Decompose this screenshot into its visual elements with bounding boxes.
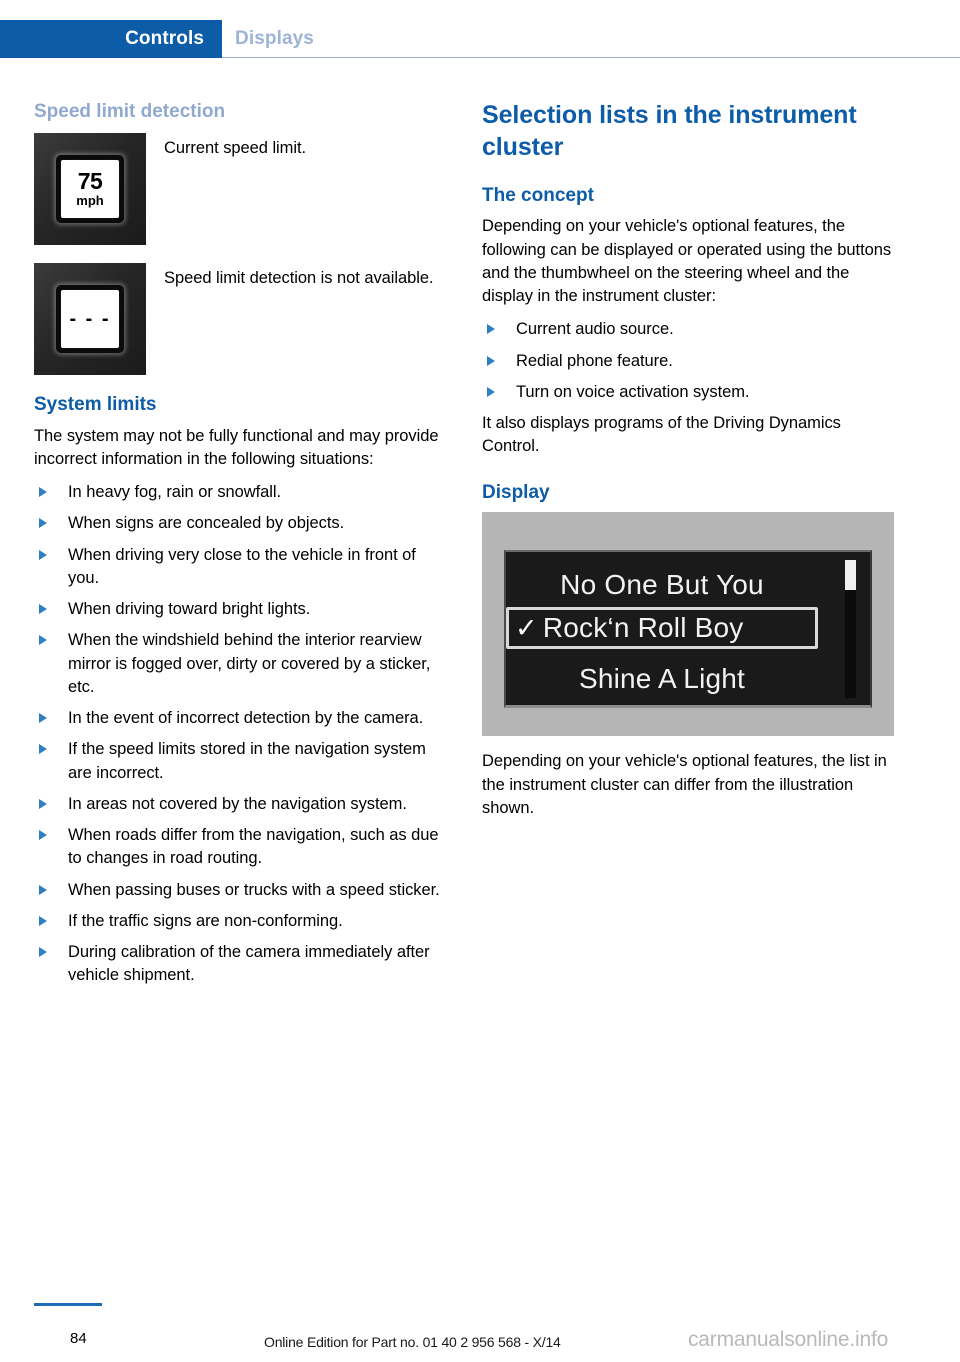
triangle-bullet-icon bbox=[39, 884, 47, 895]
concept-intro: Depending on your vehicle's optional fea… bbox=[482, 217, 892, 305]
triangle-bullet-icon bbox=[39, 635, 47, 646]
instrument-cluster-screen: No One But You ✓ Rock‘n Roll Boy Shine A… bbox=[504, 550, 872, 709]
list-item-label: In the event of incorrect detection by t… bbox=[68, 709, 424, 727]
list-item-label: Current audio source. bbox=[516, 320, 674, 339]
instrument-cluster-figure: No One But You ✓ Rock‘n Roll Boy Shine A… bbox=[482, 512, 894, 737]
list-item-label: Shine A Light bbox=[578, 663, 746, 695]
list-item-label: If the speed limits stored in the naviga… bbox=[68, 740, 426, 782]
footer-divider bbox=[34, 1303, 102, 1306]
list-item-label: When signs are concealed by objects. bbox=[68, 514, 345, 533]
page-title: Selection lists in the instrument cluste… bbox=[482, 101, 857, 161]
triangle-bullet-icon bbox=[487, 324, 495, 335]
list-item-selected[interactable]: ✓ Rock‘n Roll Boy bbox=[506, 607, 818, 650]
list-item[interactable]: No One But You bbox=[506, 564, 818, 606]
list-item: In heavy fog, rain or snowfall. bbox=[34, 481, 446, 504]
list-item-label: Redial phone feature. bbox=[516, 351, 673, 370]
list-item: Current audio source. bbox=[482, 318, 894, 341]
list-item-label: Rock‘n Roll Boy bbox=[542, 612, 744, 644]
figure-caption: Current speed limit. bbox=[164, 138, 307, 157]
list-item-label: Turn on voice activation system. bbox=[516, 382, 750, 401]
triangle-bullet-icon bbox=[39, 713, 47, 723]
list-item-label: In areas not covered by the navigation s… bbox=[68, 794, 407, 813]
list-item: When passing buses or trucks with a spee… bbox=[34, 879, 446, 902]
list-item-label: When driving very close to the vehicle i… bbox=[68, 545, 416, 587]
list-item: When driving very close to the vehicle i… bbox=[34, 544, 446, 591]
list-item: During calibration of the camera immedia… bbox=[34, 941, 446, 988]
triangle-bullet-icon bbox=[39, 549, 47, 560]
list-item: When roads differ from the navigation, s… bbox=[34, 824, 446, 871]
check-icon: ✓ bbox=[515, 612, 538, 643]
concept-outro: It also displays programs of the Driving… bbox=[482, 414, 841, 456]
speed-limit-sign-unavailable-icon: - - - bbox=[34, 262, 146, 375]
triangle-bullet-icon bbox=[39, 604, 47, 614]
list-item: In areas not covered by the navigation s… bbox=[34, 793, 446, 816]
edition-note: Online Edition for Part no. 01 40 2 956 … bbox=[264, 1334, 561, 1350]
sign-unit: mph bbox=[76, 193, 104, 209]
system-limits-list: In heavy fog, rain or snowfall. When sig… bbox=[34, 481, 446, 988]
triangle-bullet-icon bbox=[39, 518, 47, 529]
triangle-bullet-icon bbox=[39, 744, 47, 755]
section-heading-display: Display bbox=[482, 481, 550, 503]
section-heading-system-limits: System limits bbox=[34, 393, 157, 415]
watermark: carmanualsonline.info bbox=[688, 1328, 889, 1351]
list-item-label: If the traffic signs are non-conforming. bbox=[68, 911, 343, 930]
list-item: If the speed limits stored in the naviga… bbox=[34, 738, 446, 785]
triangle-bullet-icon bbox=[39, 830, 47, 840]
tab-displays[interactable]: Displays bbox=[235, 28, 314, 50]
list-item: Turn on voice activation system. bbox=[482, 381, 894, 404]
figure-row-speed-limit-unavailable: - - - Speed limit detection is not avail… bbox=[34, 262, 446, 375]
figure-row-speed-limit: 75 mph Current speed limit. bbox=[34, 132, 446, 245]
section-heading-the-concept: The concept bbox=[482, 184, 594, 206]
list-item-label: When the windshield behind the interior … bbox=[68, 631, 431, 696]
triangle-bullet-icon bbox=[39, 915, 47, 926]
concept-list: Current audio source. Redial phone featu… bbox=[482, 318, 894, 404]
triangle-bullet-icon bbox=[39, 487, 47, 497]
list-item: When signs are concealed by objects. bbox=[34, 512, 446, 535]
triangle-bullet-icon bbox=[487, 386, 495, 397]
list-item[interactable]: Shine A Light bbox=[506, 658, 818, 700]
continued-heading: Speed limit detection bbox=[34, 101, 226, 122]
sign-value: 75 bbox=[77, 168, 103, 195]
list-item: In the event of incorrect detection by t… bbox=[34, 707, 446, 730]
speed-limit-sign-75-mph-icon: 75 mph bbox=[34, 132, 146, 245]
list-item-label: When roads differ from the navigation, s… bbox=[68, 826, 439, 868]
page-header: Controls Displays bbox=[0, 0, 960, 62]
list-item-label: When passing buses or trucks with a spee… bbox=[68, 880, 440, 899]
list-item-label: In heavy fog, rain or snowfall. bbox=[68, 483, 282, 501]
list-item-label: No One But You bbox=[560, 569, 764, 601]
right-column: Selection lists in the instrument cluste… bbox=[482, 100, 894, 830]
list-item-label: When driving toward bright lights. bbox=[68, 600, 311, 618]
list-item: Redial phone feature. bbox=[482, 350, 894, 373]
triangle-bullet-icon bbox=[39, 947, 47, 957]
left-column: Speed limit detection 75 mph Current spe… bbox=[34, 100, 446, 996]
list-item: If the traffic signs are non-conforming. bbox=[34, 910, 446, 933]
system-limits-intro: The system may not be fully functional a… bbox=[34, 426, 439, 468]
instrument-cluster-list: No One But You ✓ Rock‘n Roll Boy Shine A… bbox=[506, 552, 818, 705]
display-note: Depending on your vehicle's optional fea… bbox=[482, 752, 887, 817]
scrollbar-thumb[interactable] bbox=[845, 560, 856, 591]
tab-controls-label: Controls bbox=[125, 28, 204, 49]
list-item-label: During calibration of the camera immedia… bbox=[68, 943, 430, 985]
page-number: 84 bbox=[70, 1330, 87, 1347]
list-item: When driving toward bright lights. bbox=[34, 598, 446, 621]
triangle-bullet-icon bbox=[487, 355, 495, 366]
triangle-bullet-icon bbox=[39, 798, 47, 809]
header-divider bbox=[222, 57, 960, 58]
figure-caption: Speed limit detection is not available. bbox=[164, 268, 434, 287]
list-item: When the windshield behind the interior … bbox=[34, 629, 446, 699]
tab-controls[interactable]: Controls bbox=[0, 20, 222, 58]
sign-value: - - - bbox=[69, 307, 111, 330]
